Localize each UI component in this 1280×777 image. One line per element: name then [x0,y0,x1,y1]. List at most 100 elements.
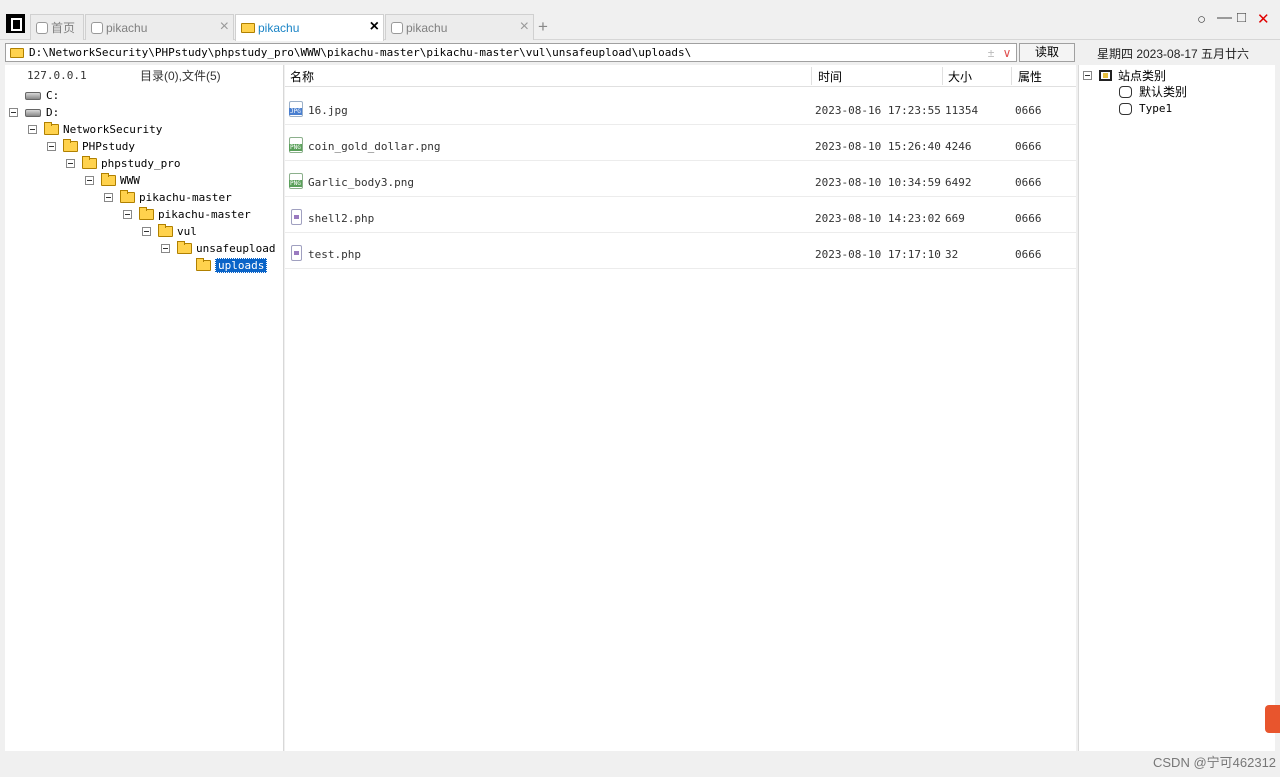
file-time: 2023-08-10 10:34:59 [815,176,941,189]
column-size[interactable]: 大小 [948,68,972,85]
jpg-file-icon [289,101,303,117]
tree-node-d[interactable]: D: [9,104,59,121]
category-icon [1119,85,1132,98]
drive-icon [25,108,41,117]
tree-label: vul [177,225,197,238]
tree-node-networksecurity[interactable]: NetworkSecurity [28,121,162,138]
site-category-type1[interactable]: Type1 [1119,100,1172,117]
folder-icon [101,173,116,186]
file-list-pane: 名称 时间 大小 属性 16.jpg 2023-08-16 17:23:55 1… [285,65,1076,751]
close-button[interactable]: ✕ [1257,10,1270,28]
tab-label: pikachu [406,20,448,35]
column-time[interactable]: 时间 [818,68,842,85]
circle-icon[interactable]: ○ [1197,11,1206,28]
site-category-default[interactable]: 默认类别 [1119,83,1187,100]
add-tab-button[interactable]: + [538,17,548,37]
tree-label: D: [46,106,60,119]
home-tab-icon [36,21,48,34]
tab-close-icon[interactable]: × [370,18,379,36]
tree-node-pikachu-master[interactable]: pikachu-master [104,189,232,206]
collapse-icon[interactable] [1083,71,1092,80]
file-row[interactable]: Garlic_body3.png 2023-08-10 10:34:59 649… [285,161,1076,197]
site-category-icon [1099,70,1112,81]
chevron-down-icon[interactable]: ∨ [998,46,1016,60]
file-row[interactable]: shell2.php 2023-08-10 14:23:02 669 0666 [285,197,1076,233]
site-category-pane: 站点类别 默认类别 Type1 [1078,65,1275,751]
file-time: 2023-08-10 14:23:02 [815,212,941,225]
collapse-icon[interactable] [9,108,18,117]
path-plus-icon[interactable]: ± [984,46,998,60]
tree-label: C: [46,89,60,102]
tree-node-unsafeupload[interactable]: unsafeupload [161,240,275,257]
tree-label: unsafeupload [196,242,276,255]
item-counts: 目录(0),文件(5) [140,69,221,83]
maximize-button[interactable]: □ [1237,9,1246,26]
collapse-icon[interactable] [123,210,132,219]
png-file-icon [289,173,303,189]
tab-label: 首页 [51,21,76,35]
tree-node-phpstudy[interactable]: PHPstudy [47,138,135,155]
file-row[interactable]: test.php 2023-08-10 17:17:10 32 0666 [285,233,1076,269]
folder-icon [63,139,78,152]
tree-label: WWW [120,174,140,187]
drive-icon [25,91,41,100]
directory-tree-pane: 127.0.0.1 目录(0),文件(5) C: D: NetworkSecur… [5,65,284,751]
file-attr: 0666 [1015,248,1042,261]
tab-close-icon[interactable]: × [220,18,229,36]
tree-label: pikachu-master [139,191,232,204]
path-input[interactable]: D:\NetworkSecurity\PHPstudy\phpstudy_pro… [5,43,1017,62]
tab-home[interactable]: 首页 [30,14,84,40]
tree-node-vul[interactable]: vul [142,223,197,240]
read-button[interactable]: 读取 [1019,43,1075,62]
tab-pikachu-1[interactable]: pikachu × [85,14,234,40]
tree-node-uploads[interactable]: uploads [196,257,268,274]
host-address: 127.0.0.1 [27,69,87,82]
file-row[interactable]: coin_gold_dollar.png 2023-08-10 15:26:40… [285,125,1076,161]
collapse-icon[interactable] [142,227,151,236]
column-attr[interactable]: 属性 [1018,68,1042,85]
tab-label: pikachu [106,20,148,35]
watermark: CSDN @宁可462312 [1153,755,1277,770]
file-name: test.php [308,248,361,261]
column-divider[interactable] [942,67,943,85]
file-name: shell2.php [308,212,375,225]
file-size: 32 [945,248,959,261]
file-row[interactable]: 16.jpg 2023-08-16 17:23:55 11354 0666 [285,89,1076,125]
tree-node-phpstudy-pro[interactable]: phpstudy_pro [66,155,180,172]
title-bar: 首页 pikachu × pikachu × pikachu × + ○ — □… [0,0,1280,41]
tree-node-pikachu-master-inner[interactable]: pikachu-master [123,206,251,223]
tab-label: pikachu [258,21,300,35]
tab-pikachu-active[interactable]: pikachu × [235,14,384,41]
minimize-button[interactable]: — [1217,9,1232,26]
column-name[interactable]: 名称 [290,68,314,85]
category-icon [1119,102,1132,115]
folder-tab-icon [241,23,255,33]
column-divider[interactable] [1011,67,1012,85]
file-attr: 0666 [1015,104,1042,117]
tab-close-icon[interactable]: × [520,18,529,36]
tree-label: 默认类别 [1139,85,1188,99]
folder-icon [10,47,24,58]
collapse-icon[interactable] [66,159,75,168]
tree-node-www[interactable]: WWW [85,172,140,189]
collapse-icon[interactable] [104,193,113,202]
collapse-icon[interactable] [85,176,94,185]
folder-icon [120,190,135,203]
collapse-icon[interactable] [47,142,56,151]
path-text[interactable]: D:\NetworkSecurity\PHPstudy\phpstudy_pro… [29,46,984,59]
file-size: 11354 [945,104,979,117]
column-divider[interactable] [811,67,812,85]
collapse-icon[interactable] [28,125,37,134]
tree-label-selected: uploads [215,258,268,273]
side-logo-icon [1265,705,1280,733]
file-attr: 0666 [1015,212,1042,225]
file-time: 2023-08-10 15:26:40 [815,140,941,153]
collapse-icon[interactable] [161,244,170,253]
page-tab-icon [91,21,103,34]
tab-pikachu-3[interactable]: pikachu × [385,14,534,40]
app-logo-icon [6,14,25,33]
tree-node-c[interactable]: C: [25,87,59,104]
file-size: 4246 [945,140,972,153]
date-display: 星期四 2023-08-17 五月廿六 [1097,47,1250,61]
site-category-root[interactable]: 站点类别 [1083,67,1166,84]
